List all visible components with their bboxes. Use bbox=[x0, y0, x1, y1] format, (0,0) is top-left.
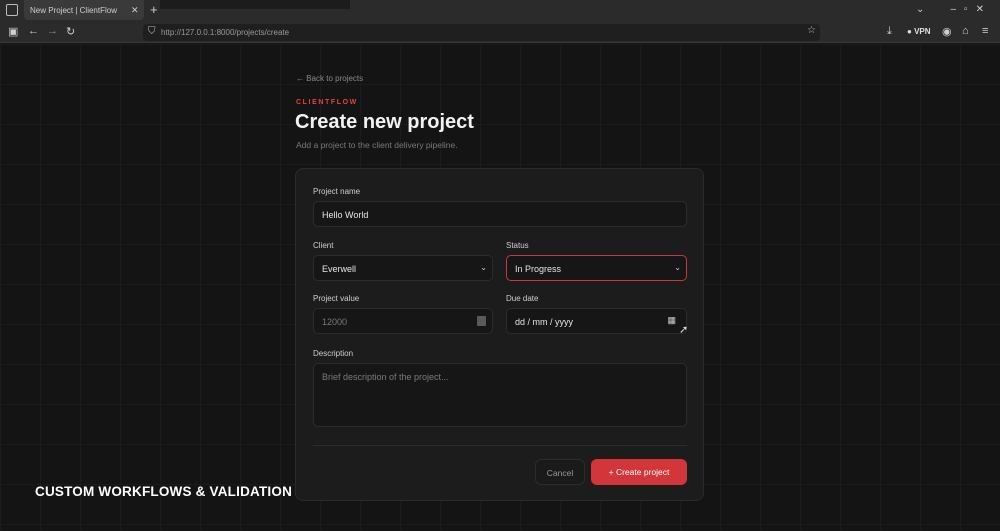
reload-icon[interactable]: ↻ bbox=[66, 25, 75, 38]
due-date-placeholder: dd / mm / yyyy bbox=[515, 317, 574, 327]
status-select[interactable]: In Progress ⌄ bbox=[506, 255, 687, 281]
tab-list-chevron-icon[interactable]: ⌄ bbox=[916, 4, 924, 15]
status-select-value: In Progress bbox=[515, 264, 562, 274]
client-label: Client bbox=[313, 241, 334, 250]
tab-title: New Project | ClientFlow bbox=[30, 6, 117, 15]
browser-tab-bar: New Project | ClientFlow ✕ + ⌄ –▫✕ bbox=[0, 0, 1000, 22]
menu-icon[interactable]: ≡ bbox=[982, 25, 988, 37]
account-icon[interactable]: ◉ bbox=[942, 25, 952, 38]
calendar-icon[interactable]: ▦ bbox=[667, 315, 676, 326]
status-label: Status bbox=[506, 241, 529, 250]
vpn-button[interactable]: ● VPN bbox=[907, 27, 931, 36]
back-to-projects-link[interactable]: ← Back to projects bbox=[296, 74, 363, 83]
tab-close-icon[interactable]: ✕ bbox=[131, 5, 139, 16]
number-stepper[interactable] bbox=[477, 316, 486, 326]
new-tab-button[interactable]: + bbox=[150, 2, 158, 17]
url-bar[interactable]: ⛉ http://127.0.0.1:8000/projects/create … bbox=[143, 24, 820, 41]
brand-label: CLIENTFLOW bbox=[296, 99, 358, 106]
page-content: ← Back to projects CLIENTFLOW Create new… bbox=[0, 44, 1000, 531]
window-controls[interactable]: –▫✕ bbox=[951, 4, 993, 15]
download-icon[interactable]: ⤓ bbox=[887, 25, 892, 38]
site-info-icon[interactable]: ⛉ bbox=[148, 26, 156, 37]
description-textarea[interactable]: Brief description of the project... bbox=[313, 363, 687, 427]
vpn-label: VPN bbox=[914, 27, 931, 36]
client-select-value: Everwell bbox=[322, 264, 357, 274]
overlay-caption: CUSTOM WORKFLOWS & VALIDATION bbox=[35, 484, 293, 499]
mouse-cursor-icon: ➚ bbox=[679, 324, 689, 336]
project-name-input[interactable]: Hello World bbox=[313, 201, 687, 227]
create-project-button[interactable]: + Create project bbox=[591, 459, 687, 485]
description-label: Description bbox=[313, 349, 354, 358]
project-value-input[interactable]: 12000 bbox=[313, 308, 493, 334]
tab-strip-area bbox=[160, 0, 350, 9]
bookmark-star-icon[interactable]: ☆ bbox=[807, 25, 816, 36]
forward-arrow-icon[interactable]: → bbox=[47, 25, 58, 37]
project-value-text: 12000 bbox=[322, 317, 348, 327]
back-arrow-icon[interactable]: ← bbox=[28, 25, 39, 37]
create-project-form: Project name Hello World Client Everwell… bbox=[295, 168, 704, 501]
due-date-label: Due date bbox=[506, 294, 539, 303]
page-subtitle: Add a project to the client delivery pip… bbox=[296, 140, 458, 150]
chevron-down-icon: ⌄ bbox=[480, 263, 487, 272]
form-divider bbox=[313, 445, 687, 446]
due-date-input[interactable]: dd / mm / yyyy ▦ bbox=[506, 308, 687, 334]
extensions-icon[interactable]: ⌂ bbox=[962, 25, 969, 37]
url-text[interactable]: http://127.0.0.1:8000/projects/create bbox=[161, 28, 289, 37]
page-title: Create new project bbox=[295, 111, 474, 133]
browser-nav-bar: ▣ ← → ↻ ⛉ http://127.0.0.1:8000/projects… bbox=[0, 22, 1000, 43]
project-name-label: Project name bbox=[313, 187, 361, 196]
chevron-down-icon: ⌄ bbox=[674, 263, 681, 272]
project-value-label: Project value bbox=[313, 294, 360, 303]
client-select[interactable]: Everwell ⌄ bbox=[313, 255, 493, 281]
browser-tab[interactable]: New Project | ClientFlow bbox=[24, 0, 144, 20]
sidebar-toggle-icon[interactable]: ▣ bbox=[8, 25, 18, 38]
window-menu-icon[interactable] bbox=[6, 4, 18, 16]
cancel-button[interactable]: Cancel bbox=[535, 459, 585, 485]
